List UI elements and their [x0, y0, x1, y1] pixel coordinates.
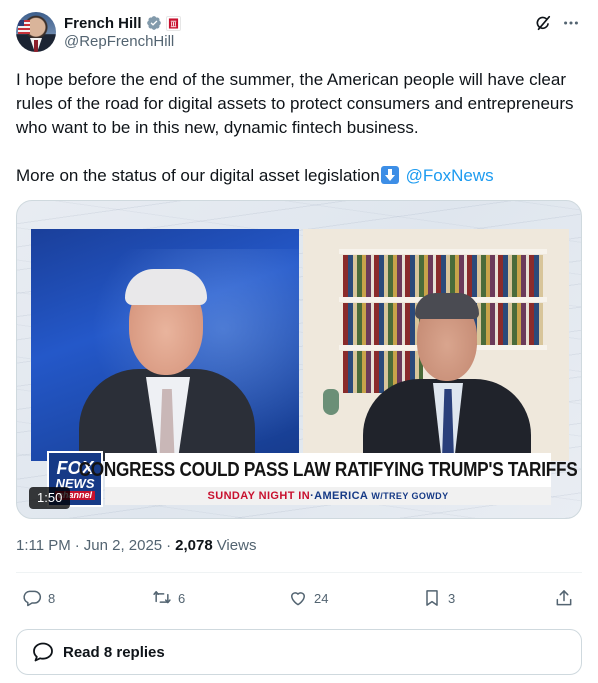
author-handle[interactable]: @RepFrenchHill [64, 33, 174, 50]
author-name-row: French Hill [64, 13, 181, 33]
read-replies-button[interactable]: Read 8 replies [16, 629, 582, 675]
vase [323, 389, 339, 415]
reply-icon [23, 590, 42, 607]
guest-hair [415, 293, 479, 319]
speech-bubble-icon [33, 642, 53, 662]
action-bar: 8 6 24 3 [16, 584, 582, 612]
mention-link[interactable]: @FoxNews [406, 166, 494, 185]
video-duration: 1:50 [29, 487, 71, 509]
shelf-board [339, 249, 547, 254]
reply-button[interactable]: 8 [22, 584, 55, 612]
bookmark-icon [426, 590, 438, 606]
host-hair [125, 269, 207, 305]
show-name-part1: SUNDAY NIGHT IN [207, 490, 311, 502]
divider [16, 572, 582, 573]
chyron-headline: CONGRESS COULD PASS LAW RATIFYING TRUMP'… [78, 458, 578, 481]
share-button[interactable] [554, 584, 574, 612]
bookmark-button[interactable]: 3 [422, 584, 455, 612]
like-button[interactable]: 24 [288, 584, 328, 612]
down-arrow-emoji-icon [380, 166, 399, 184]
show-name: SUNDAY NIGHT IN·AMERICA W/TREY GOWDY [208, 490, 449, 502]
like-count: 24 [314, 590, 329, 606]
repost-icon [153, 591, 171, 604]
tweet-text: I hope before the end of the summer, the… [16, 68, 584, 188]
views-count: 2,078 [175, 537, 213, 554]
author-avatar[interactable] [16, 12, 56, 52]
tweet-paragraph-2-text: More on the status of our digital asset … [16, 166, 380, 185]
bookmark-count: 3 [448, 590, 456, 606]
headline-bar: CONGRESS COULD PASS LAW RATIFYING TRUMP'… [79, 453, 578, 487]
tweet-paragraph-2: More on the status of our digital asset … [16, 164, 584, 188]
video-player[interactable]: FOX NEWS channel CONGRESS COULD PASS LAW… [16, 200, 582, 519]
read-replies-label: Read 8 replies [63, 643, 165, 661]
show-host: W/TREY GOWDY [371, 491, 449, 501]
meta-separator: · [166, 537, 172, 554]
show-name-part2: ·AMERICA [310, 490, 368, 502]
views-label: Views [216, 537, 257, 554]
video-left-panel [31, 229, 299, 461]
meta-separator: · [74, 537, 80, 554]
reply-count: 8 [48, 590, 56, 606]
bookshelf-row [343, 255, 543, 297]
repost-button[interactable]: 6 [152, 584, 185, 612]
post-time[interactable]: 1:11 PM [16, 537, 71, 554]
repost-count: 6 [178, 590, 186, 606]
verified-badge-icon[interactable] [146, 15, 162, 31]
government-affiliation-icon[interactable] [165, 15, 181, 31]
video-right-panel [303, 229, 569, 461]
tweet-meta: 1:11 PM · Jun 2, 2025 · 2,078 Views [16, 537, 256, 554]
post-date[interactable]: Jun 2, 2025 [84, 537, 162, 554]
chyron: FOX NEWS channel CONGRESS COULD PASS LAW… [47, 451, 578, 509]
share-icon [556, 590, 572, 606]
tweet-header: French Hill @RepFrenchHill [16, 12, 582, 54]
author-name[interactable]: French Hill [64, 15, 142, 32]
grok-icon[interactable] [532, 12, 554, 34]
more-icon[interactable] [560, 12, 582, 34]
subline-bar: SUNDAY NIGHT IN·AMERICA W/TREY GOWDY [105, 487, 551, 505]
like-icon [291, 592, 305, 606]
avatar-tie [34, 40, 38, 52]
flag-graphic [18, 20, 30, 34]
tweet-paragraph-1: I hope before the end of the summer, the… [16, 70, 574, 137]
